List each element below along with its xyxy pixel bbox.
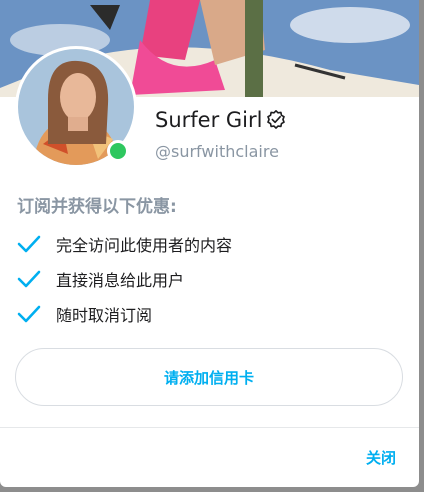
subscribe-modal: Surfer Girl @surfwithclaire 订阅并获得以下优惠: 完… (0, 0, 419, 487)
verified-badge-icon (265, 109, 287, 131)
benefit-text: 完全访问此使用者的内容 (56, 236, 233, 255)
benefits-title: 订阅并获得以下优惠: (17, 197, 177, 217)
check-icon (17, 304, 41, 324)
benefit-item: 完全访问此使用者的内容 (17, 232, 232, 256)
check-icon (17, 269, 41, 289)
benefit-text: 随时取消订阅 (56, 306, 153, 325)
check-icon (17, 234, 41, 254)
display-name[interactable]: Surfer Girl (155, 108, 262, 132)
close-button[interactable]: 关闭 (352, 444, 410, 470)
footer-divider (0, 427, 419, 428)
benefit-item: 直接消息给此用户 (17, 267, 184, 291)
benefit-item: 随时取消订阅 (17, 302, 152, 326)
add-credit-card-button[interactable]: 请添加信用卡 (15, 348, 403, 406)
online-status-indicator (107, 140, 129, 162)
username[interactable]: @surfwithclaire (155, 142, 279, 161)
benefit-text: 直接消息给此用户 (56, 271, 185, 290)
profile-name-row: Surfer Girl (155, 108, 287, 132)
